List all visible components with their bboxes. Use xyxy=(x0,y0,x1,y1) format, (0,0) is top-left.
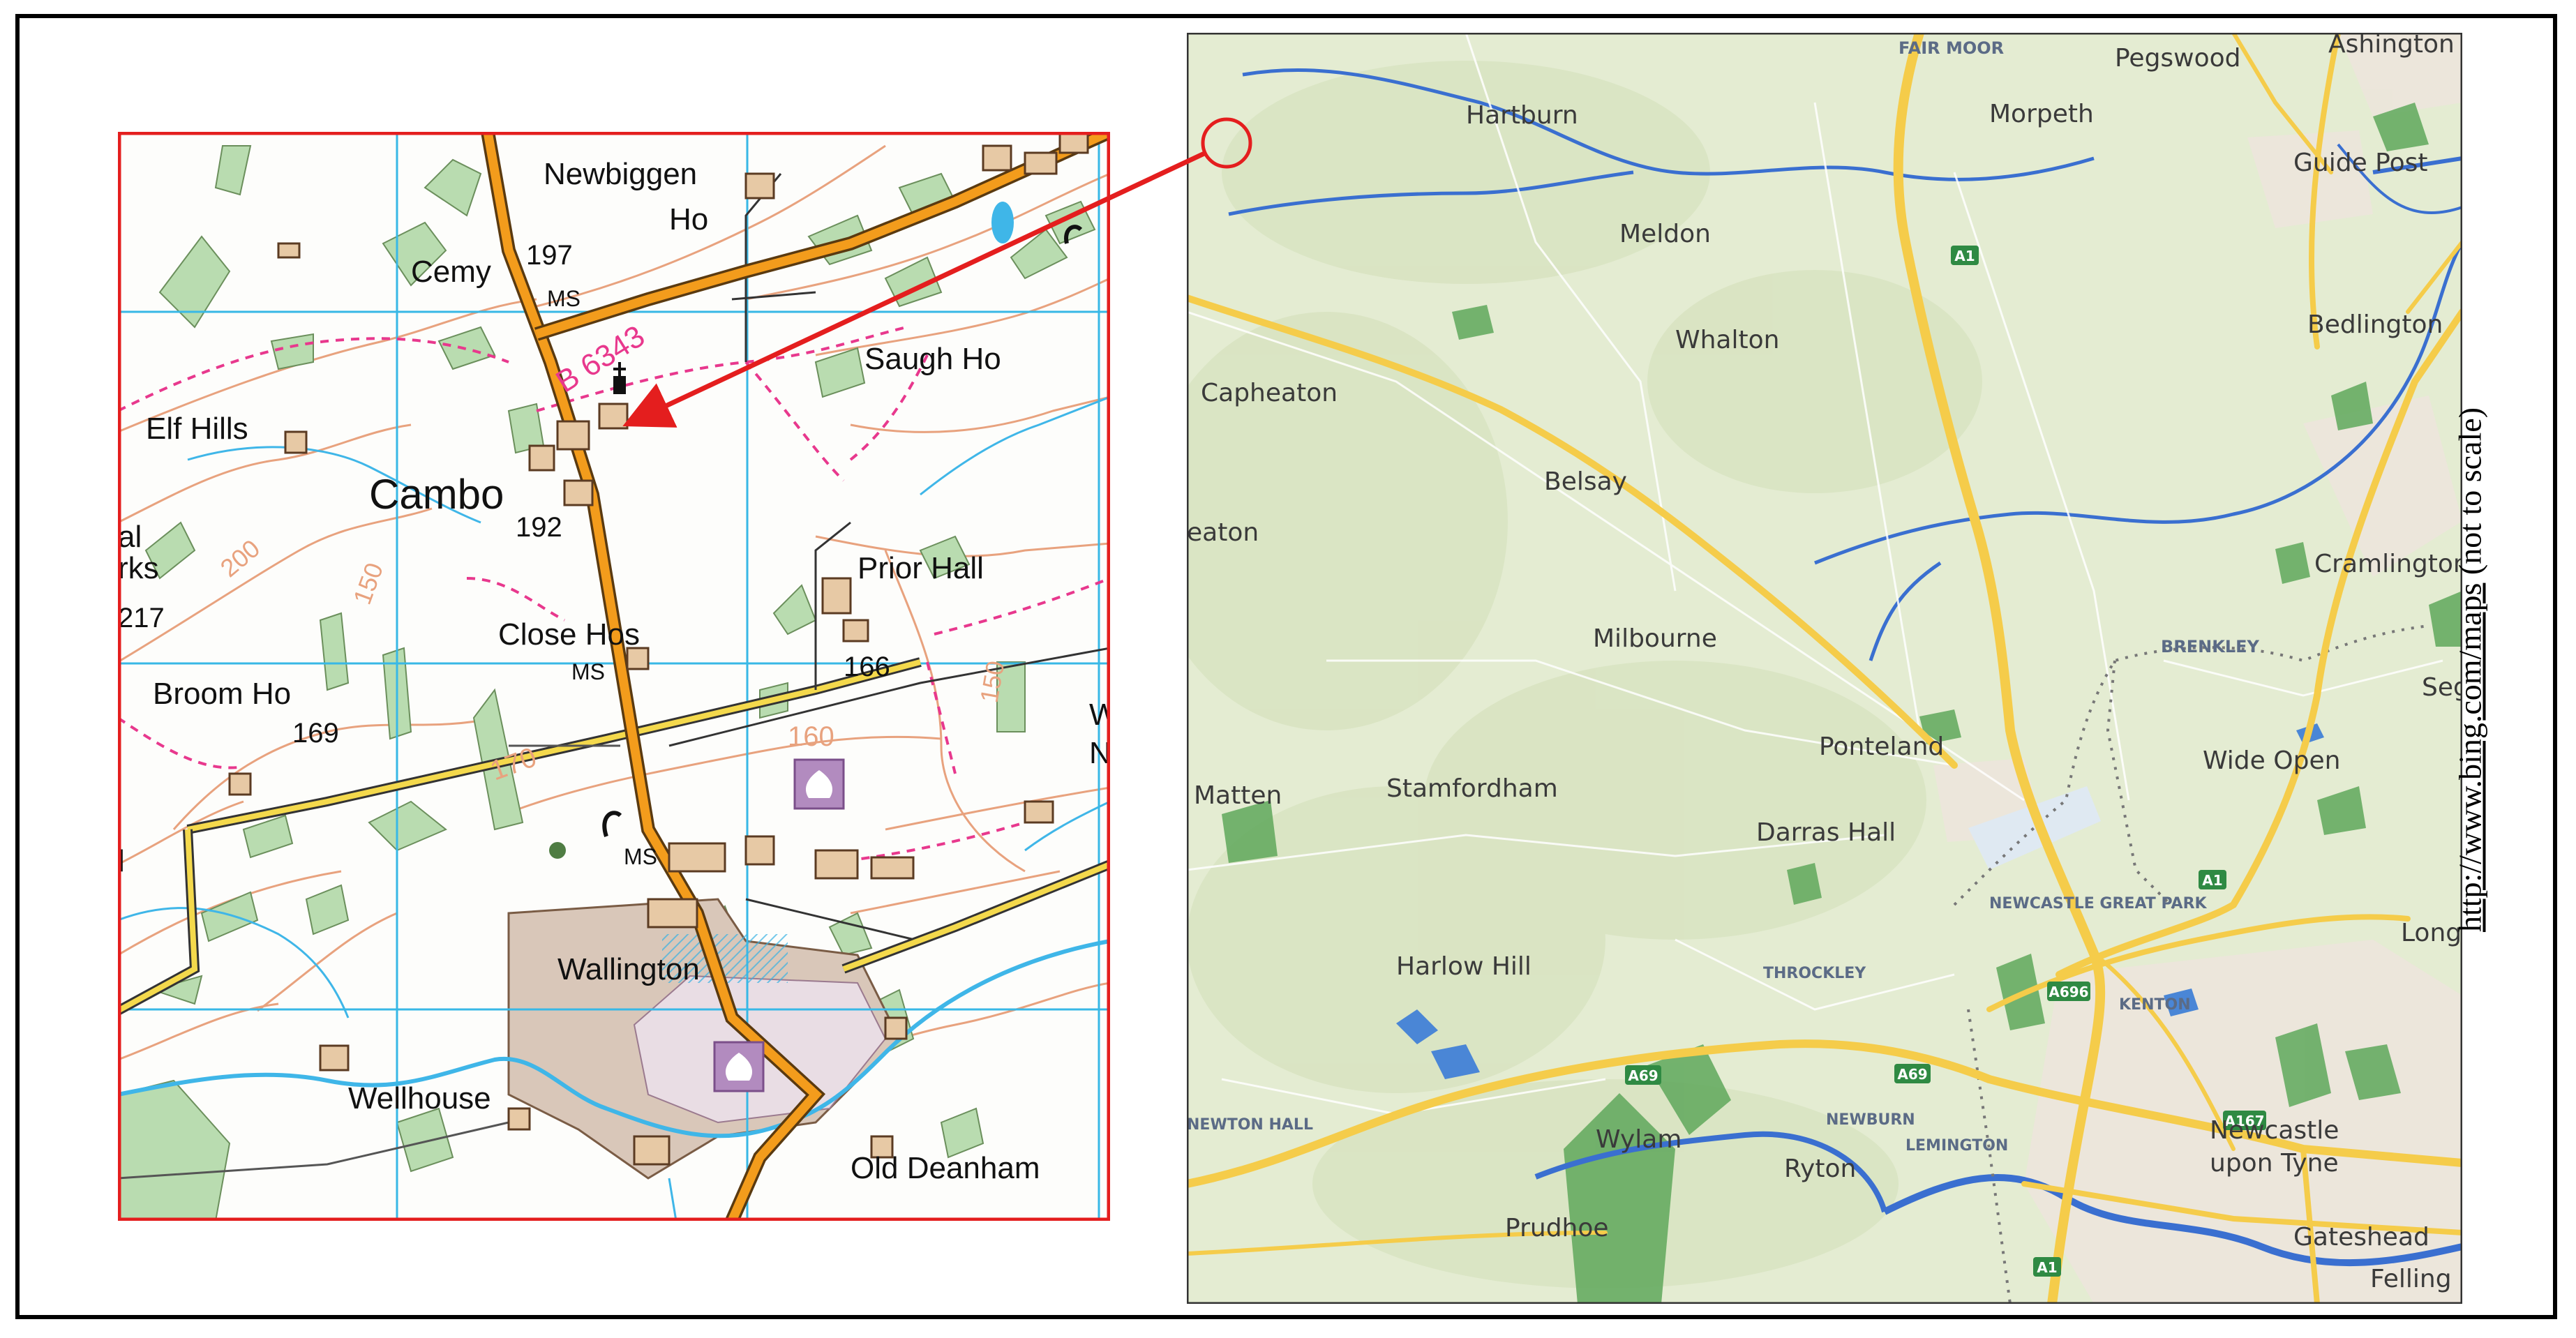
label-ho: Ho xyxy=(669,202,708,236)
label-cambo: Cambo xyxy=(369,471,504,518)
place-gateshead: Gateshead xyxy=(2293,1223,2429,1251)
place-pegswood: Pegswood xyxy=(2115,44,2241,73)
place-ponteland: Ponteland xyxy=(1819,732,1944,761)
place-harlow-hill: Harlow Hill xyxy=(1396,952,1532,981)
place-fair-moor: FAIR MOOR xyxy=(1899,38,2004,58)
bing-maps-link[interactable]: http://www.bing.com/maps xyxy=(2453,583,2488,932)
place-ryton: Ryton xyxy=(1784,1155,1856,1183)
place-kenton: KENTON xyxy=(2119,996,2191,1014)
pond xyxy=(991,202,1014,243)
spot-height-192: 192 xyxy=(516,512,562,543)
spot-height-217: 217 xyxy=(118,603,165,633)
label-broom-ho: Broom Ho xyxy=(153,677,291,711)
place-felling: Felling xyxy=(2370,1265,2452,1293)
place-meldon: Meldon xyxy=(1619,220,1711,248)
shield-a696: A696 xyxy=(2049,984,2088,1000)
place-lemington: LEMINGTON xyxy=(1905,1137,2008,1155)
contour-160: 160 xyxy=(788,721,834,752)
shield-a1-south: A1 xyxy=(2037,1259,2057,1276)
tree-marker xyxy=(549,842,566,859)
place-newcastle: Newcastle xyxy=(2210,1116,2339,1145)
place-whalton: Whalton xyxy=(1675,326,1779,354)
place-stamfordham: Stamfordham xyxy=(1386,774,1558,803)
label-cemy: Cemy xyxy=(411,255,491,289)
spot-height-169: 169 xyxy=(292,718,339,749)
place-prudhoe: Prudhoe xyxy=(1505,1214,1609,1242)
os-map-extract[interactable]: Newbiggen Ho Cemy 197 MS B 6343 Saugh Ho… xyxy=(118,132,1110,1221)
shield-a1-east: A1 xyxy=(2202,872,2222,889)
place-cramlington: Cramlington xyxy=(2314,550,2462,578)
place-throckley: THROCKLEY xyxy=(1763,965,1866,982)
bing-overview-map[interactable]: A1 A1 A1 A696 A69 A69 A167 FAIR MOOR Peg… xyxy=(1187,33,2462,1304)
label-ms2: MS xyxy=(571,659,605,684)
label-ms3: MS xyxy=(624,844,657,869)
place-hartburn: Hartburn xyxy=(1466,101,1578,130)
place-capheaton: Capheaton xyxy=(1201,379,1338,407)
place-ashington: Ashington xyxy=(2328,33,2455,59)
label-old-deanham: Old Deanham xyxy=(851,1151,1040,1185)
place-eaton: eaton xyxy=(1187,518,1259,547)
place-matten: Matten xyxy=(1194,781,1282,810)
place-newton-hall: NEWTON HALL xyxy=(1187,1116,1313,1134)
label-wallington: Wallington xyxy=(557,952,700,986)
place-darras-hall: Darras Hall xyxy=(1756,818,1896,847)
place-brenkley: BRENKLEY xyxy=(2161,637,2260,656)
map-source-note: http://www.bing.com/maps (not to scale) xyxy=(2452,407,2489,932)
label-prior-hall: Prior Hall xyxy=(858,551,984,585)
place-upon-tyne: upon Tyne xyxy=(2210,1149,2339,1178)
place-newburn: NEWBURN xyxy=(1826,1111,1915,1129)
scale-note: (not to scale) xyxy=(2452,407,2488,583)
label-close-hos: Close Hos xyxy=(498,617,640,652)
place-morpeth: Morpeth xyxy=(1989,100,2094,128)
label-rks: rks xyxy=(118,551,159,585)
place-newcastle-great-park: NEWCASTLE GREAT PARK xyxy=(1989,895,2208,912)
label-elf-hills: Elf Hills xyxy=(146,412,248,446)
place-wide-open: Wide Open xyxy=(2203,746,2340,775)
place-milbourne: Milbourne xyxy=(1593,624,1717,653)
place-guide-post: Guide Post xyxy=(2293,149,2427,177)
spot-height-166: 166 xyxy=(844,652,890,682)
shield-a69-east: A69 xyxy=(1897,1066,1927,1083)
label-wellhouse: Wellhouse xyxy=(348,1081,491,1115)
shield-a69-west: A69 xyxy=(1628,1067,1658,1084)
label-saugh-ho: Saugh Ho xyxy=(864,342,1001,376)
label-newbiggen: Newbiggen xyxy=(544,157,697,191)
label-al: al xyxy=(118,520,142,554)
label-ms1: MS xyxy=(547,286,581,311)
shield-a1-north: A1 xyxy=(1954,248,1975,264)
place-wylam: Wylam xyxy=(1596,1125,1682,1154)
place-belsay: Belsay xyxy=(1544,467,1627,496)
place-bedlington: Bedlington xyxy=(2307,310,2443,339)
spot-height-197: 197 xyxy=(526,240,573,271)
